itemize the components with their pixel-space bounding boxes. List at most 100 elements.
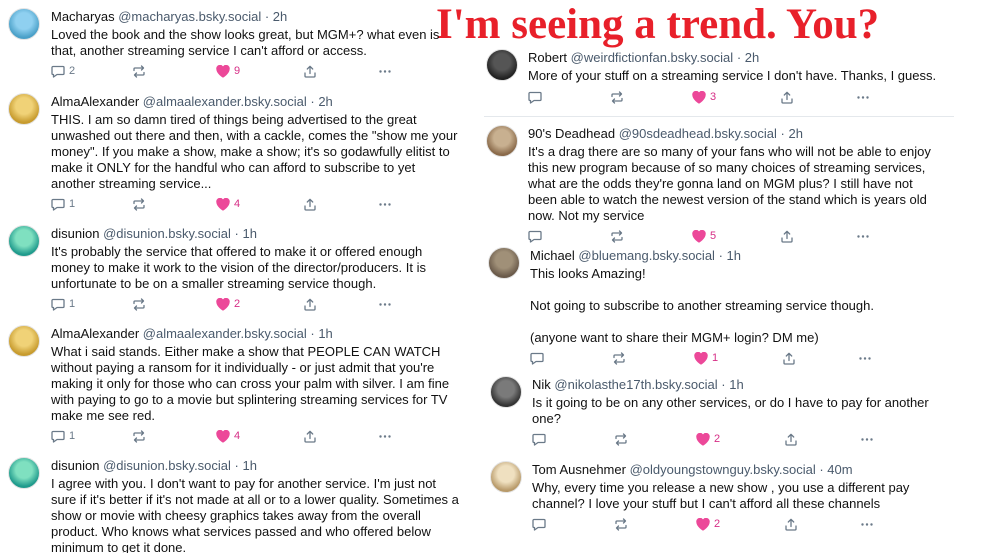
reply-count: 1 <box>69 198 76 210</box>
post-actions: 3 <box>0 89 1000 105</box>
reply-button[interactable] <box>532 516 550 532</box>
post-header: Tom Ausnehmer @oldyoungstownguy.bsky.soc… <box>532 462 853 478</box>
heart-icon <box>216 64 230 78</box>
post-header: Robert @weirdfictionfan.bsky.social · 2h <box>528 50 759 66</box>
author-name[interactable]: Michael <box>530 248 575 263</box>
heart-icon <box>216 297 230 311</box>
author-name[interactable]: Tom Ausnehmer <box>532 462 626 477</box>
author-handle[interactable]: @oldyoungstownguy.bsky.social <box>630 462 816 477</box>
repost-button[interactable] <box>610 228 628 244</box>
reply-button[interactable] <box>530 350 548 366</box>
ellipsis-icon <box>860 518 874 531</box>
like-button[interactable]: 3 <box>692 89 716 105</box>
post-text: More of your stuff on a streaming servic… <box>528 68 937 83</box>
like-count: 4 <box>234 198 241 210</box>
ellipsis-icon <box>860 433 874 446</box>
author-handle[interactable]: @macharyas.bsky.social <box>118 9 261 24</box>
repost-button[interactable] <box>610 89 628 105</box>
avatar[interactable] <box>486 49 518 81</box>
post-text: It's probably the service that offered t… <box>51 244 426 291</box>
more-options-button[interactable] <box>378 296 392 312</box>
author-name[interactable]: Macharyas <box>51 9 115 24</box>
repost-icon <box>610 229 624 243</box>
post-time[interactable]: · 2h <box>737 50 759 65</box>
author-handle[interactable]: @disunion.bsky.social <box>103 458 231 473</box>
more-options-button[interactable] <box>378 196 392 212</box>
more-options-button[interactable] <box>378 63 392 79</box>
like-button[interactable]: 2 <box>216 296 240 312</box>
post-time[interactable]: · 2h <box>265 9 287 24</box>
avatar[interactable] <box>8 457 40 489</box>
repost-button[interactable] <box>132 196 150 212</box>
post-time[interactable]: · 2h <box>781 126 803 141</box>
post-time[interactable]: · 1h <box>310 326 332 341</box>
post-actions: 1 <box>0 350 1000 366</box>
ellipsis-icon <box>858 352 872 365</box>
post-time[interactable]: · 1h <box>235 458 257 473</box>
avatar[interactable] <box>8 8 40 40</box>
reply-button[interactable]: 1 <box>51 296 75 312</box>
reply-button[interactable] <box>532 431 550 447</box>
like-button[interactable]: 2 <box>696 516 720 532</box>
author-name[interactable]: Nik <box>532 377 551 392</box>
share-button[interactable] <box>780 89 794 105</box>
like-button[interactable]: 2 <box>696 431 720 447</box>
post-time[interactable]: · 40m <box>819 462 852 477</box>
avatar[interactable] <box>486 125 518 157</box>
author-name[interactable]: disunion <box>51 458 99 473</box>
like-button[interactable]: 4 <box>216 196 240 212</box>
share-button[interactable] <box>782 350 796 366</box>
author-handle[interactable]: @weirdfictionfan.bsky.social <box>571 50 734 65</box>
more-options-button[interactable] <box>856 89 870 105</box>
more-options-button[interactable] <box>860 431 874 447</box>
repost-button[interactable] <box>614 431 632 447</box>
author-handle[interactable]: @nikolasthe17th.bsky.social <box>554 377 717 392</box>
author-handle[interactable]: @90sdeadhead.bsky.social <box>619 126 777 141</box>
repost-button[interactable] <box>132 63 150 79</box>
more-options-button[interactable] <box>858 350 872 366</box>
ellipsis-icon <box>856 91 870 104</box>
more-options-button[interactable] <box>860 516 874 532</box>
avatar[interactable] <box>490 461 522 493</box>
share-button[interactable] <box>784 431 798 447</box>
reply-button[interactable]: 2 <box>51 63 75 79</box>
author-name[interactable]: Robert <box>528 50 567 65</box>
like-count: 2 <box>714 518 721 530</box>
reply-button[interactable]: 1 <box>51 196 75 212</box>
share-button[interactable] <box>780 228 794 244</box>
author-name[interactable]: AlmaAlexander <box>51 326 139 341</box>
author-handle[interactable]: @almaalexander.bsky.social <box>143 326 307 341</box>
repost-button[interactable] <box>612 350 630 366</box>
like-count: 2 <box>714 433 721 445</box>
post-text: It's a drag there are so many of your fa… <box>528 144 931 223</box>
like-button[interactable]: 5 <box>692 228 716 244</box>
like-button[interactable]: 9 <box>216 63 240 79</box>
more-options-button[interactable] <box>856 228 870 244</box>
share-button[interactable] <box>303 63 317 79</box>
reply-button[interactable] <box>528 89 546 105</box>
post-time[interactable]: · 1h <box>719 248 741 263</box>
repost-button[interactable] <box>614 516 632 532</box>
share-button[interactable] <box>303 296 317 312</box>
avatar[interactable] <box>490 376 522 408</box>
reply-button[interactable] <box>528 228 546 244</box>
avatar[interactable] <box>488 247 520 279</box>
author-name[interactable]: 90's Deadhead <box>528 126 615 141</box>
post-header: disunion @disunion.bsky.social · 1h <box>51 458 257 474</box>
like-count: 5 <box>710 230 717 242</box>
share-button[interactable] <box>784 516 798 532</box>
repost-icon <box>612 351 626 365</box>
overlay-caption: I'm seeing a trend. You? <box>436 1 880 48</box>
post-time[interactable]: · 1h <box>721 377 743 392</box>
reply-icon <box>528 91 542 104</box>
reply-icon <box>51 298 65 311</box>
repost-button[interactable] <box>132 296 150 312</box>
author-handle[interactable]: @bluemang.bsky.social <box>578 248 715 263</box>
share-icon <box>784 518 798 531</box>
reply-icon <box>528 230 542 243</box>
like-button[interactable]: 1 <box>694 350 718 366</box>
share-button[interactable] <box>303 196 317 212</box>
ellipsis-icon <box>856 230 870 243</box>
post-text: Loved the book and the show looks great,… <box>51 27 440 58</box>
reply-icon <box>530 352 544 365</box>
